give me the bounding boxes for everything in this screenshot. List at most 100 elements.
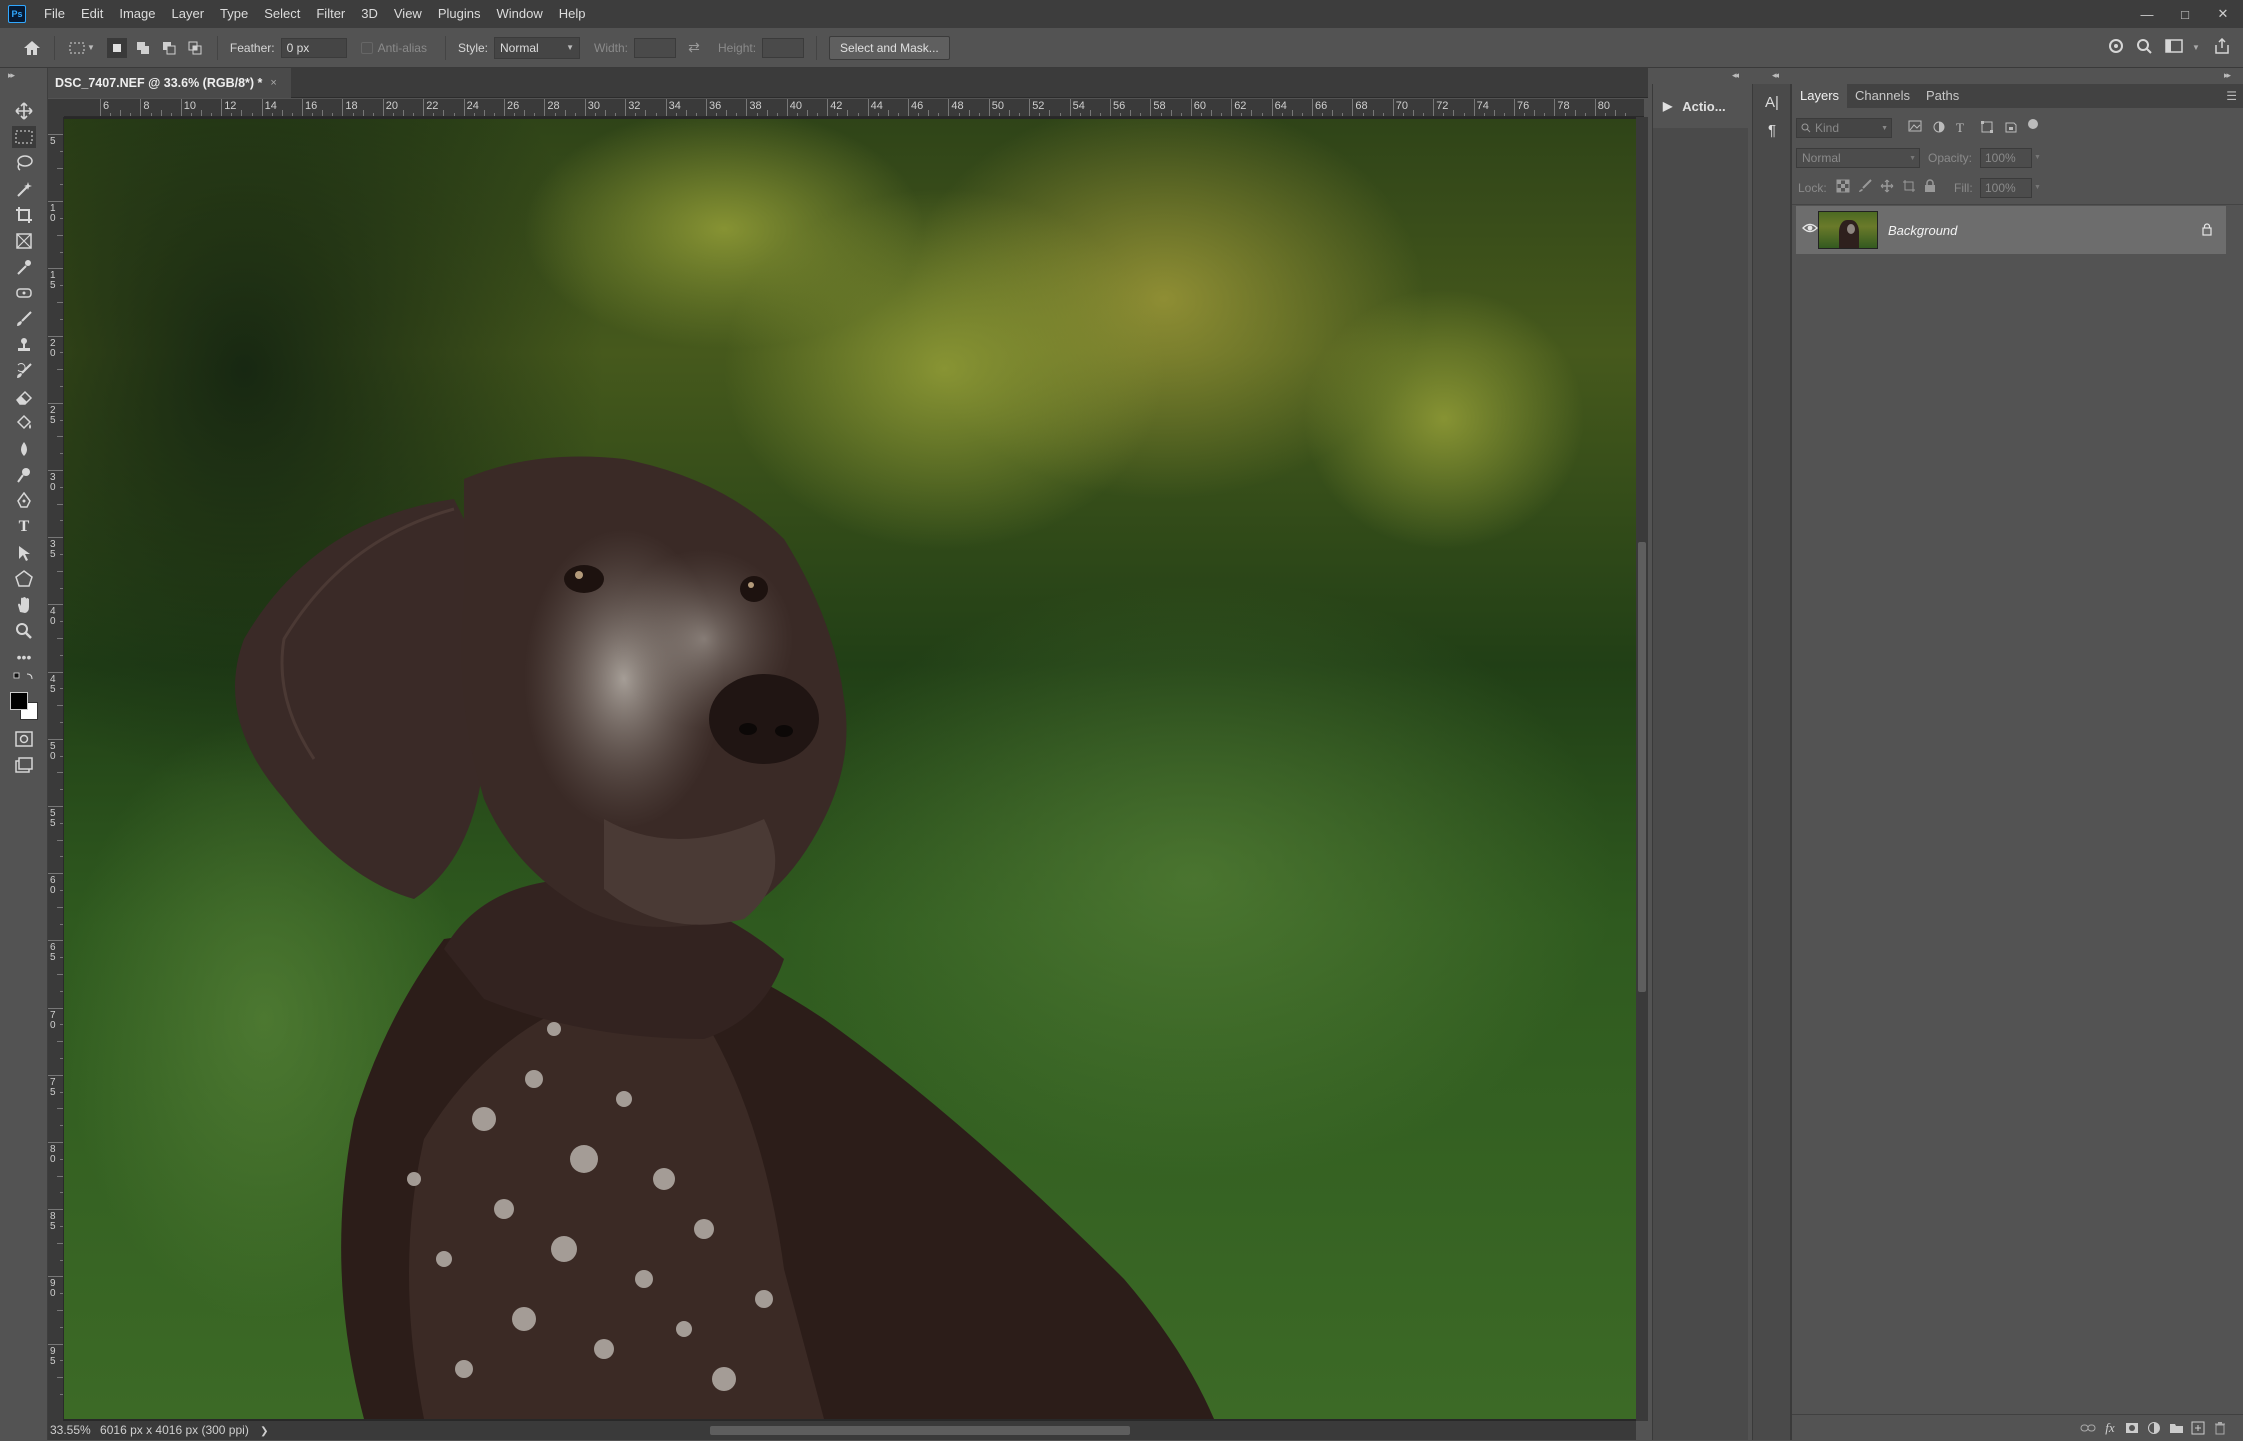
quick-mask-icon[interactable] <box>12 728 36 750</box>
collapse-icon[interactable]: ◂◂ <box>1732 70 1739 81</box>
fill-input[interactable]: 100% <box>1980 178 2032 198</box>
filter-toggle-icon[interactable] <box>2028 119 2038 129</box>
crop-tool-icon[interactable] <box>12 204 36 226</box>
collapse-icon[interactable]: ▸▸ <box>2224 70 2231 81</box>
lock-all-icon[interactable] <box>1924 179 1936 196</box>
vertical-scroll-thumb[interactable] <box>1638 542 1646 992</box>
swap-width-height-icon[interactable]: ⇄ <box>684 38 704 58</box>
share-icon[interactable] <box>2212 36 2232 56</box>
menu-help[interactable]: Help <box>551 0 594 28</box>
menu-view[interactable]: View <box>386 0 430 28</box>
menu-3d[interactable]: 3D <box>353 0 386 28</box>
panel-menu-icon[interactable]: ☰ <box>2226 84 2237 108</box>
chevron-down-icon[interactable]: ▼ <box>2034 184 2041 191</box>
blend-mode-select[interactable]: Normal ▼ <box>1796 148 1920 168</box>
menu-edit[interactable]: Edit <box>73 0 111 28</box>
layer-row-background[interactable]: Background <box>1796 206 2226 254</box>
menu-layer[interactable]: Layer <box>164 0 213 28</box>
lock-artboard-icon[interactable] <box>1902 179 1916 196</box>
feather-input[interactable]: 0 px <box>280 37 347 58</box>
menu-file[interactable]: File <box>36 0 73 28</box>
lasso-tool-icon[interactable] <box>12 152 36 174</box>
adjustment-layer-icon[interactable] <box>2143 1420 2165 1436</box>
document-info[interactable]: 6016 px x 4016 px (300 ppi) <box>100 1423 249 1437</box>
add-mask-icon[interactable] <box>2121 1420 2143 1436</box>
layer-lock-icon[interactable] <box>2202 223 2212 239</box>
layer-style-fx-icon[interactable]: fx <box>2099 1420 2121 1436</box>
dodge-tool-icon[interactable] <box>12 464 36 486</box>
opacity-input[interactable]: 100% <box>1980 148 2032 168</box>
chevron-right-icon[interactable]: ❯ <box>260 1426 268 1437</box>
width-input[interactable] <box>634 37 677 58</box>
menu-select[interactable]: Select <box>256 0 308 28</box>
menu-image[interactable]: Image <box>111 0 163 28</box>
menu-plugins[interactable]: Plugins <box>430 0 489 28</box>
select-and-mask-button[interactable]: Select and Mask... <box>829 35 950 60</box>
pen-tool-icon[interactable] <box>12 490 36 512</box>
new-layer-icon[interactable] <box>2187 1420 2209 1436</box>
intersect-selection-icon[interactable] <box>185 38 205 58</box>
link-layers-icon[interactable] <box>2077 1420 2099 1436</box>
pixel-filter-icon[interactable] <box>1908 120 1924 136</box>
shape-tool-icon[interactable] <box>12 568 36 590</box>
search-icon[interactable] <box>2134 36 2154 56</box>
actions-panel-button[interactable]: ▶ Actio... <box>1653 84 1749 128</box>
character-panel-icon[interactable]: A| <box>1761 94 1783 114</box>
paint-bucket-tool-icon[interactable] <box>12 412 36 434</box>
menu-filter[interactable]: Filter <box>308 0 353 28</box>
close-tab-icon[interactable]: × <box>270 77 276 89</box>
clone-stamp-tool-icon[interactable] <box>12 334 36 356</box>
tab-paths[interactable]: Paths <box>1918 84 1967 108</box>
chevron-down-icon[interactable]: ▼ <box>2034 154 2041 161</box>
document-image[interactable] <box>64 119 1636 1419</box>
minimize-button[interactable]: — <box>2128 0 2166 28</box>
brush-tool-icon[interactable] <box>12 308 36 330</box>
shape-filter-icon[interactable] <box>1980 120 1996 136</box>
collapse-icon[interactable]: ◂◂ <box>1772 70 1779 81</box>
foreground-color-swatch[interactable] <box>10 692 28 710</box>
ruler-origin[interactable] <box>48 99 64 117</box>
tab-channels[interactable]: Channels <box>1847 84 1918 108</box>
close-window-button[interactable]: ✕ <box>2204 0 2242 28</box>
new-group-icon[interactable] <box>2165 1420 2187 1436</box>
maximize-button[interactable]: □ <box>2166 0 2204 28</box>
history-brush-tool-icon[interactable] <box>12 360 36 382</box>
layer-name[interactable]: Background <box>1888 223 1957 238</box>
eye-icon[interactable] <box>1802 222 1818 237</box>
lock-pixels-icon[interactable] <box>1858 179 1872 196</box>
subtract-from-selection-icon[interactable] <box>159 38 179 58</box>
path-selection-tool-icon[interactable] <box>12 542 36 564</box>
chevron-down-icon[interactable]: ▼ <box>87 43 95 52</box>
collapse-icon[interactable]: ▸▸ <box>8 70 15 81</box>
zoom-tool-icon[interactable] <box>12 620 36 642</box>
delete-layer-icon[interactable] <box>2209 1420 2231 1436</box>
screen-mode-icon[interactable] <box>12 754 36 776</box>
anti-alias-checkbox[interactable] <box>360 41 373 54</box>
default-colors-icon[interactable] <box>12 670 36 684</box>
rectangular-marquee-tool-icon[interactable] <box>12 126 36 148</box>
frame-tool-icon[interactable] <box>12 230 36 252</box>
workspace-icon[interactable] <box>2164 36 2184 56</box>
eraser-tool-icon[interactable] <box>12 386 36 408</box>
horizontal-scrollbar[interactable] <box>280 1421 1636 1440</box>
type-filter-icon[interactable]: T <box>1956 120 1972 136</box>
lock-position-icon[interactable] <box>1880 179 1894 196</box>
new-selection-icon[interactable] <box>106 37 127 58</box>
blur-tool-icon[interactable] <box>12 438 36 460</box>
chevron-down-icon[interactable]: ▼ <box>2192 43 2200 52</box>
layer-filter-kind[interactable]: Kind ▼ <box>1796 118 1892 138</box>
style-select[interactable]: Normal ▼ <box>494 36 580 59</box>
menu-window[interactable]: Window <box>488 0 550 28</box>
height-input[interactable] <box>762 37 805 58</box>
add-to-selection-icon[interactable] <box>133 38 153 58</box>
horizontal-scroll-thumb[interactable] <box>710 1426 1130 1435</box>
spot-healing-tool-icon[interactable] <box>12 282 36 304</box>
eyedropper-tool-icon[interactable] <box>12 256 36 278</box>
rectangular-marquee-preset-icon[interactable] <box>67 38 87 58</box>
smart-object-filter-icon[interactable] <box>2004 120 2020 136</box>
type-tool-icon[interactable]: T <box>12 516 36 538</box>
move-tool-icon[interactable] <box>12 100 36 122</box>
tab-layers[interactable]: Layers <box>1792 84 1848 108</box>
more-tools-icon[interactable]: ••• <box>12 646 36 668</box>
lock-transparent-icon[interactable] <box>1836 179 1850 196</box>
